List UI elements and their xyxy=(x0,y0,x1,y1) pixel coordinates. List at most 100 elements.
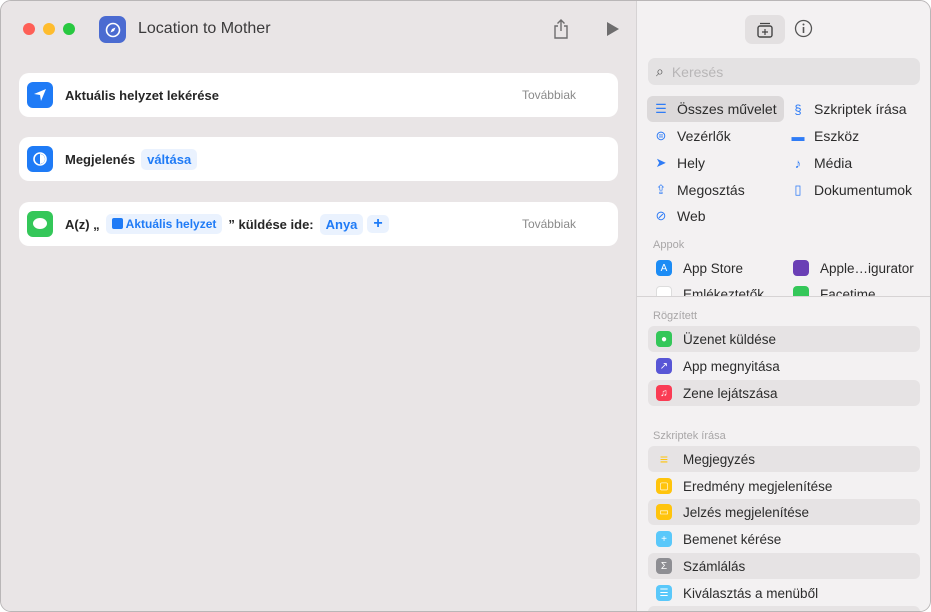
location-arrow-icon xyxy=(27,82,53,108)
category-sharing[interactable]: ⇪ Megosztás xyxy=(647,177,745,203)
app-app-store[interactable]: A App Store xyxy=(648,255,778,281)
pinned-play-music[interactable]: ♫ Zene lejátszása xyxy=(648,380,920,406)
show-result-icon: ▢ xyxy=(656,478,672,494)
recipient-token[interactable]: Anya xyxy=(319,213,364,235)
divider xyxy=(637,296,930,297)
more-button[interactable]: Továbbiak xyxy=(522,88,576,102)
app-facetime[interactable]: Facetime xyxy=(785,283,925,296)
row-label: Számlálás xyxy=(683,558,746,574)
app-label: Apple…igurator xyxy=(820,260,914,276)
pinned-header: Rögzített xyxy=(653,310,698,322)
action-label: Aktuális helyzet lekérése xyxy=(65,87,219,103)
location-icon: ➤ xyxy=(655,155,667,170)
search-input[interactable]: ⌕ Keresés xyxy=(648,58,920,85)
search-placeholder: Keresés xyxy=(671,63,724,80)
category-device[interactable]: ▬ Eszköz xyxy=(784,123,860,149)
category-label: Vezérlők xyxy=(677,128,731,144)
music-icon: ♫ xyxy=(656,385,672,401)
apps-header: Appok xyxy=(653,239,685,251)
app-label: App Store xyxy=(683,260,744,276)
row-label: Üzenet küldése xyxy=(683,331,777,347)
category-controls[interactable]: ⊜ Vezérlők xyxy=(647,123,731,149)
action-get-current-location[interactable]: Aktuális helyzet lekérése Továbbiak xyxy=(19,73,618,117)
app-label: Facetime xyxy=(820,286,876,297)
category-label: Szkriptek írása xyxy=(814,101,907,117)
action-library-pane: ⌕ Keresés ☰ Összes művelet § Szkriptek írás… xyxy=(636,1,930,611)
close-button[interactable] xyxy=(23,23,35,35)
category-scripting[interactable]: § Szkriptek írása xyxy=(784,96,907,122)
zoom-button[interactable] xyxy=(63,23,75,35)
category-media[interactable]: ♪ Média xyxy=(784,150,852,176)
script-count[interactable]: Σ Számlálás xyxy=(648,553,920,579)
more-button[interactable]: Továbbiak xyxy=(522,217,576,231)
action-label: A(z) „ xyxy=(65,216,100,232)
add-recipient-button[interactable]: + xyxy=(367,215,389,233)
editor-pane: Location to Mother Aktuális helyzet leké… xyxy=(1,1,636,611)
app-apple-configurator[interactable]: Apple…igurator xyxy=(785,255,925,281)
messages-icon xyxy=(27,211,53,237)
search-icon: ⌕ xyxy=(656,63,664,79)
shortcut-compass-icon[interactable] xyxy=(99,16,126,43)
info-icon[interactable] xyxy=(794,19,813,43)
action-label: Megjelenés xyxy=(65,151,136,167)
reminders-icon xyxy=(656,286,672,296)
location-arrow-icon xyxy=(111,218,123,229)
shortcuts-window: Location to Mother Aktuális helyzet leké… xyxy=(0,0,931,612)
category-label: Dokumentumok xyxy=(814,182,913,198)
script-show-result[interactable]: ▢ Eredmény megjelenítése xyxy=(648,473,920,499)
pinned-open-app[interactable]: ↗ App megnyitása xyxy=(648,353,920,379)
row-label: Megjegyzés xyxy=(683,451,756,467)
script-choose-from-menu[interactable]: ☰ Kiválasztás a menüből xyxy=(648,580,920,606)
category-documents[interactable]: ▯ Dokumentumok xyxy=(784,177,912,203)
alert-icon: ▭ xyxy=(656,504,672,520)
messages-icon: ● xyxy=(656,331,672,347)
category-label: Média xyxy=(814,155,853,171)
share-icon[interactable] xyxy=(552,18,570,45)
category-location[interactable]: ➤ Hely xyxy=(647,150,705,176)
action-send-message[interactable]: A(z) „ Aktuális helyzet ” küldése ide: A… xyxy=(19,202,618,246)
minimize-button[interactable] xyxy=(43,23,55,35)
toggle-icon: ⊜ xyxy=(655,128,667,143)
script-comment[interactable]: ≡ Megjegyzés xyxy=(648,446,920,472)
script-icon: § xyxy=(794,101,802,117)
script-show-alert[interactable]: ▭ Jelzés megjelenítése xyxy=(648,499,920,525)
menu-icon: ☰ xyxy=(656,585,672,601)
category-web[interactable]: ⊘ Web xyxy=(647,203,706,229)
scripting-header: Szkriptek írása xyxy=(653,430,726,442)
pinned-send-message[interactable]: ● Üzenet küldése xyxy=(648,326,920,352)
shortcut-title[interactable]: Location to Mother xyxy=(138,20,271,38)
script-next-row[interactable] xyxy=(648,606,920,611)
row-label: App megnyitása xyxy=(683,358,780,374)
library-icon xyxy=(757,22,773,38)
category-label: Összes művelet xyxy=(677,101,777,117)
toggle-parameter[interactable]: váltása xyxy=(141,148,198,170)
compass-icon: ⊘ xyxy=(655,208,667,223)
app-label: Emlékeztetők xyxy=(683,286,765,297)
share-icon: ⇪ xyxy=(655,182,667,197)
app-reminders[interactable]: Emlékeztetők xyxy=(648,283,778,296)
row-label: Kiválasztás a menüből xyxy=(683,585,819,601)
row-label: Jelzés megjelenítése xyxy=(683,504,810,520)
category-label: Web xyxy=(677,208,706,224)
action-library-button[interactable] xyxy=(745,15,785,44)
action-toggle-appearance[interactable]: Megjelenés váltása xyxy=(19,137,618,181)
list-icon: ☰ xyxy=(655,101,667,116)
facetime-icon xyxy=(793,286,809,296)
location-variable-token[interactable]: Aktuális helyzet xyxy=(105,214,223,234)
app-store-icon: A xyxy=(656,260,672,276)
category-label: Eszköz xyxy=(814,128,860,144)
configurator-icon xyxy=(793,260,809,276)
category-all-actions[interactable]: ☰ Összes művelet xyxy=(647,96,784,122)
category-label: Hely xyxy=(677,155,706,171)
run-play-icon[interactable] xyxy=(606,21,620,42)
action-label: ” küldése ide: xyxy=(228,216,314,232)
script-ask-input[interactable]: + Bemenet kérése xyxy=(648,526,920,552)
open-app-arrow-icon: ↗ xyxy=(656,358,672,374)
row-label: Eredmény megjelenítése xyxy=(683,478,833,494)
document-icon: ▯ xyxy=(794,182,802,197)
music-note-icon: ♪ xyxy=(794,155,802,171)
row-label: Bemenet kérése xyxy=(683,531,782,547)
comment-lines-icon: ≡ xyxy=(659,451,669,467)
ask-input-icon: + xyxy=(656,531,672,547)
appearance-icon xyxy=(27,146,53,172)
